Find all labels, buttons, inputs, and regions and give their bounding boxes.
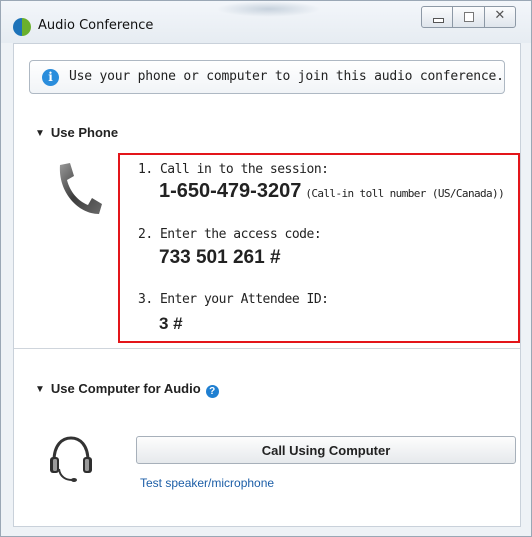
maximize-icon [464,12,475,22]
close-button[interactable]: ✕ [483,6,516,28]
use-phone-header: Use Phone [50,125,119,140]
step-3-label: 3. Enter your Attendee ID: [138,292,329,307]
minimize-button[interactable] [421,6,454,28]
phone-handset-icon [59,163,102,214]
minimize-icon [433,18,444,23]
attendee-id: 3 # [159,314,183,333]
main-panel: i Use your phone or computer to join thi… [13,43,521,527]
use-computer-toggle[interactable]: ▼ Use Computer for Audio? [35,381,219,398]
app-icon [13,18,31,36]
audio-conference-window: Audio Conference ✕ i Use your phone or c… [0,0,532,537]
call-in-number-note: (Call-in toll number (US/Canada)) [305,187,505,200]
use-computer-header: Use Computer for Audio [50,381,201,396]
info-icon: i [42,69,59,86]
title-bar-glow [216,1,321,17]
call-in-number-value: 1-650-479-3207 [159,180,302,202]
maximize-button[interactable] [452,6,485,28]
info-text: Use your phone or computer to join this … [69,69,504,84]
step-2-label: 2. Enter the access code: [138,227,322,242]
access-code: 733 501 261 # [159,247,281,268]
collapse-triangle-icon: ▼ [35,128,45,139]
test-speaker-microphone-link[interactable]: Test speaker/microphone [140,476,274,490]
window-controls: ✕ [421,6,516,28]
call-using-computer-button[interactable]: Call Using Computer [136,436,516,464]
close-icon: ✕ [494,8,506,23]
section-divider [14,348,520,349]
collapse-triangle-icon: ▼ [35,384,45,395]
title-bar[interactable]: Audio Conference ✕ [1,1,531,43]
step-1-label: 1. Call in to the session: [138,162,329,177]
headset-icon [50,436,92,482]
use-phone-toggle[interactable]: ▼ Use Phone [35,125,118,140]
call-in-number: 1-650-479-3207 (Call-in toll number (US/C… [159,180,505,203]
info-banner: i Use your phone or computer to join thi… [29,60,505,94]
help-icon[interactable]: ? [205,385,219,398]
window-title: Audio Conference [38,18,154,33]
